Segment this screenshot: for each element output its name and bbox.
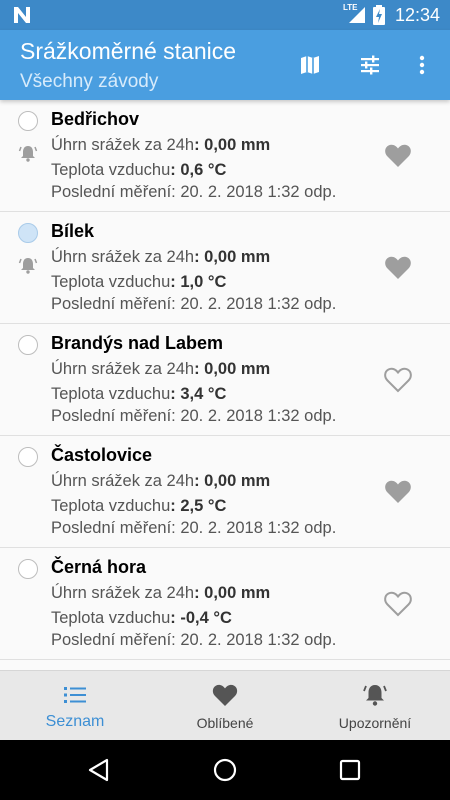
precip-value: : 0,00 mm	[194, 584, 271, 602]
favorite-heart-icon[interactable]	[383, 477, 413, 505]
last-measure-label: Poslední měření	[51, 183, 172, 201]
station-name: Bedřichov	[51, 109, 140, 129]
precip-line: Úhrn srážek za 24h: 0,00 mm	[51, 472, 270, 491]
favorite-heart-icon[interactable]	[383, 253, 413, 281]
system-navigation-bar	[0, 740, 450, 800]
precip-label: Úhrn srážek za 24h	[51, 248, 195, 266]
select-radio[interactable]	[18, 447, 38, 467]
precip-label: Úhrn srážek za 24h	[51, 472, 195, 490]
precip-value: : 0,00 mm	[194, 472, 271, 490]
page-title: Srážkoměrné stanice	[20, 38, 237, 64]
clock: 12:34	[394, 4, 440, 25]
temp-line: Teplota vzduchu: 1,0 °C	[51, 273, 226, 292]
precip-line: Úhrn srážek za 24h: 0,00 mm	[51, 360, 270, 379]
temp-line: Teplota vzduchu: 0,6 °C	[51, 161, 226, 180]
temp-label: Teplota vzduchu	[51, 497, 171, 515]
favorite-heart-icon[interactable]	[383, 141, 413, 169]
select-radio[interactable]	[18, 335, 38, 355]
last-measure-label: Poslední měření	[51, 519, 172, 537]
station-row[interactable]: Bílek Úhrn srážek za 24h: 0,00 mm Teplot…	[0, 212, 450, 324]
last-measure-value: : 20. 2. 2018 1:32 odp.	[171, 407, 337, 425]
temp-label: Teplota vzduchu	[51, 273, 171, 291]
select-radio[interactable]	[18, 111, 38, 131]
select-radio[interactable]	[18, 559, 38, 579]
list-icon	[64, 687, 86, 703]
station-name: Černá hora	[51, 557, 147, 577]
tab-favorites-label: Oblíbené	[196, 715, 254, 731]
map-button[interactable]	[293, 48, 327, 82]
battery-icon	[372, 5, 385, 25]
station-name: Brandýs nad Labem	[51, 333, 224, 353]
app-bar: Srážkoměrné stanice Všechny závody	[0, 30, 450, 100]
last-measure-line: Poslední měření: 20. 2. 2018 1:32 odp.	[51, 407, 336, 426]
temp-label: Teplota vzduchu	[51, 385, 171, 403]
tune-icon	[361, 55, 379, 75]
temp-value: : -0,4 °C	[170, 609, 232, 627]
precip-line: Úhrn srážek za 24h: 0,00 mm	[51, 584, 270, 603]
station-name: Bílek	[51, 221, 95, 241]
precip-value: : 0,00 mm	[194, 136, 271, 154]
last-measure-line: Poslední měření: 20. 2. 2018 1:32 odp.	[51, 519, 336, 538]
map-icon	[301, 56, 319, 74]
select-radio[interactable]	[18, 223, 38, 243]
bottom-navigation: Seznam Oblíbené Upozornění	[0, 670, 450, 740]
station-row[interactable]: Častolovice Úhrn srážek za 24h: 0,00 mm …	[0, 436, 450, 548]
favorite-heart-icon[interactable]	[383, 365, 413, 393]
bell-icon	[363, 685, 387, 706]
precip-line: Úhrn srážek za 24h: 0,00 mm	[51, 136, 270, 155]
last-measure-line: Poslední měření: 20. 2. 2018 1:32 odp.	[51, 295, 336, 314]
station-row[interactable]: Brandýs nad Labem Úhrn srážek za 24h: 0,…	[0, 324, 450, 436]
precip-value: : 0,00 mm	[194, 248, 271, 266]
temp-value: : 3,4 °C	[170, 385, 227, 403]
last-measure-label: Poslední měření	[51, 631, 172, 649]
temp-line: Teplota vzduchu: -0,4 °C	[51, 609, 232, 628]
last-measure-value: : 20. 2. 2018 1:32 odp.	[171, 183, 337, 201]
filter-subtitle[interactable]: Všechny závody	[20, 71, 158, 93]
overflow-menu-button[interactable]	[405, 48, 439, 82]
alert-bell-icon	[18, 146, 38, 162]
status-bar: LTE 12:34	[0, 0, 450, 30]
alert-bell-icon	[18, 258, 38, 274]
last-measure-value: : 20. 2. 2018 1:32 odp.	[171, 631, 337, 649]
filter-settings-button[interactable]	[353, 48, 387, 82]
last-measure-line: Poslední měření: 20. 2. 2018 1:32 odp.	[51, 631, 336, 650]
tab-favorites[interactable]: Oblíbené	[150, 671, 300, 740]
station-name: Častolovice	[51, 445, 153, 465]
station-list[interactable]: Bedřichov Úhrn srážek za 24h: 0,00 mm Te…	[0, 100, 450, 670]
signal-icon: LTE	[342, 3, 367, 25]
temp-label: Teplota vzduchu	[51, 161, 171, 179]
last-measure-line: Poslední měření: 20. 2. 2018 1:32 odp.	[51, 183, 336, 202]
temp-label: Teplota vzduchu	[51, 609, 171, 627]
favorite-heart-icon[interactable]	[383, 589, 413, 617]
tab-alerts[interactable]: Upozornění	[300, 671, 450, 740]
network-type-label: LTE	[342, 3, 358, 12]
recents-icon[interactable]	[337, 757, 363, 783]
last-measure-value: : 20. 2. 2018 1:32 odp.	[171, 295, 337, 313]
station-row[interactable]: Bedřichov Úhrn srážek za 24h: 0,00 mm Te…	[0, 100, 450, 212]
tab-alerts-label: Upozornění	[338, 715, 412, 731]
notification-n-icon	[14, 7, 30, 23]
heart-icon	[212, 684, 238, 706]
station-row[interactable]: Černá hora Úhrn srážek za 24h: 0,00 mm T…	[0, 548, 450, 660]
precip-label: Úhrn srážek za 24h	[51, 136, 195, 154]
back-icon[interactable]	[86, 757, 112, 783]
more-vert-icon	[419, 55, 425, 75]
last-measure-label: Poslední měření	[51, 295, 172, 313]
precip-label: Úhrn srážek za 24h	[51, 360, 195, 378]
last-measure-label: Poslední měření	[51, 407, 172, 425]
precip-line: Úhrn srážek za 24h: 0,00 mm	[51, 248, 270, 267]
temp-value: : 0,6 °C	[170, 161, 227, 179]
tab-list[interactable]: Seznam	[0, 671, 150, 740]
temp-line: Teplota vzduchu: 2,5 °C	[51, 497, 226, 516]
tab-list-label: Seznam	[45, 713, 105, 730]
temp-value: : 2,5 °C	[170, 497, 227, 515]
precip-value: : 0,00 mm	[194, 360, 271, 378]
last-measure-value: : 20. 2. 2018 1:32 odp.	[171, 519, 337, 537]
home-icon[interactable]	[212, 757, 238, 783]
precip-label: Úhrn srážek za 24h	[51, 584, 195, 602]
temp-value: : 1,0 °C	[170, 273, 227, 291]
temp-line: Teplota vzduchu: 3,4 °C	[51, 385, 226, 404]
